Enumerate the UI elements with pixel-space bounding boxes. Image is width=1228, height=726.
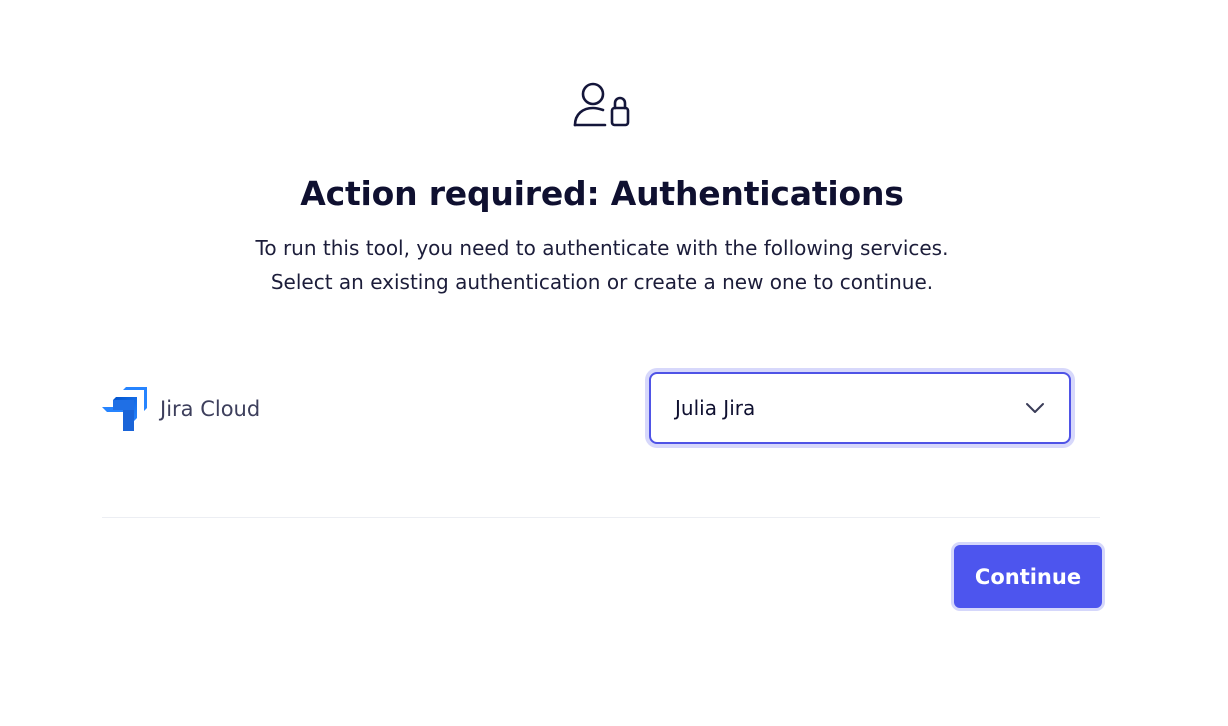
jira-logo-icon bbox=[102, 387, 147, 431]
continue-button[interactable]: Continue bbox=[954, 545, 1102, 608]
description-line-2: Select an existing authentication or cre… bbox=[270, 270, 934, 294]
divider bbox=[102, 517, 1100, 518]
service-name: Jira Cloud bbox=[160, 397, 261, 421]
page-title: Action required: Authentications bbox=[300, 174, 904, 213]
service-row-jira-cloud: Jira Cloud bbox=[102, 386, 260, 432]
description-line-1: To run this tool, you need to authentica… bbox=[255, 236, 949, 260]
auth-required-page: Action required: Authentications To run … bbox=[0, 0, 1228, 726]
authentication-select[interactable]: Julia Jira bbox=[649, 372, 1071, 444]
user-lock-icon bbox=[573, 82, 630, 127]
selected-authentication: Julia Jira bbox=[675, 396, 756, 420]
chevron-down-icon bbox=[1026, 403, 1044, 413]
